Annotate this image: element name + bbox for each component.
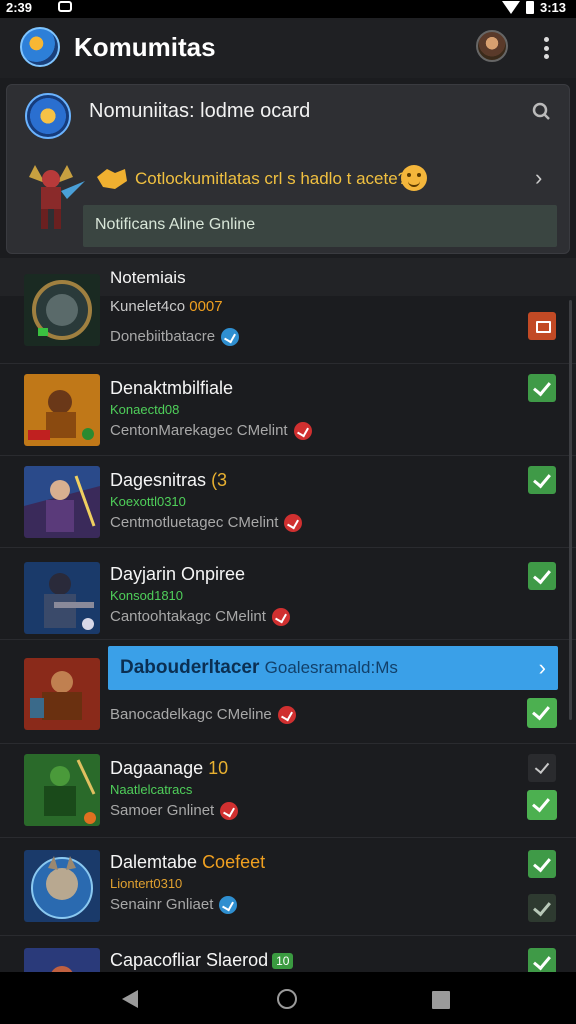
status-time: 2:39 xyxy=(6,0,33,15)
promo-text[interactable]: Cotlockumitlatas crl s hadlo t acete? xyxy=(135,169,407,189)
chevron-right-icon[interactable]: › xyxy=(535,165,542,191)
row-desc: CentonMarekagec CMelint xyxy=(110,422,312,441)
game-thumbnail xyxy=(24,374,100,446)
verified-badge-icon xyxy=(220,802,239,821)
game-thumbnail xyxy=(24,562,100,634)
status-right: 3:13 xyxy=(501,0,566,15)
game-thumbnail xyxy=(24,850,100,922)
community-logo-icon xyxy=(25,93,71,139)
banner-title: Dabouderltacer Goalesramald:Ms xyxy=(120,657,398,678)
game-thumbnail xyxy=(24,274,100,346)
community-card: Nomuniitas: lodme ocard Cotlockumitlatas… xyxy=(6,84,570,254)
row-desc: Banocadelkagc CMeline xyxy=(110,706,296,725)
verified-badge-icon xyxy=(293,422,312,441)
row-subtitle: Naatlelcatracs xyxy=(110,782,193,797)
row-desc: Donebiitbatacre xyxy=(110,328,240,347)
row-title: Denaktmbilfiale xyxy=(110,378,234,398)
row-title: Dagesnitras (3 xyxy=(110,470,228,490)
row-subtitle: Koexottl0310 xyxy=(110,494,186,509)
battery-icon xyxy=(525,1,534,14)
list-item[interactable]: Capacofliar Slaerod 10 xyxy=(0,936,576,972)
list-item[interactable]: Dayjarin Onpiree Konsod1810 Cantoohtakag… xyxy=(0,548,576,640)
notification-icon xyxy=(58,1,72,12)
row-desc: Centmotluetagec CMelint xyxy=(110,514,303,533)
game-thumbnail xyxy=(24,658,100,730)
game-thumbnail xyxy=(24,948,100,972)
app-title: Komumitas xyxy=(74,32,216,62)
verified-badge-icon xyxy=(219,896,238,915)
status-checkbox[interactable] xyxy=(528,948,556,972)
app-bar: Komumitas xyxy=(0,18,576,78)
card-title: Nomuniitas: lodme ocard xyxy=(89,100,311,122)
avatar[interactable] xyxy=(476,30,508,62)
scrollbar[interactable] xyxy=(569,300,572,720)
verified-badge-icon xyxy=(221,328,240,347)
status-checkbox[interactable] xyxy=(528,466,556,494)
community-list: Notemiais Kunelet4co 0007 Donebiitbatacr… xyxy=(0,258,576,972)
smile-emoji-icon xyxy=(401,165,427,191)
verified-badge-icon xyxy=(271,608,290,627)
row-desc: Samoer Gnlinet xyxy=(110,802,239,821)
list-item[interactable]: Denaktmbilfiale Konaectd08 CentonMarekag… xyxy=(0,364,576,456)
row-desc: Cantoohtakagc CMelint xyxy=(110,608,290,627)
notification-label: Notificans Aline Gnline xyxy=(95,216,256,233)
notification-bar[interactable]: Notificans Aline Gnline xyxy=(83,205,557,247)
row-title: Capacofliar Slaerod 10 xyxy=(110,950,294,971)
secondary-checkbox[interactable] xyxy=(528,894,556,922)
status-checkbox[interactable] xyxy=(528,850,556,878)
more-options-icon[interactable] xyxy=(536,34,556,62)
home-icon[interactable] xyxy=(277,989,297,1009)
verified-badge-icon xyxy=(284,514,303,533)
hero-character-icon xyxy=(29,165,85,229)
chevron-right-icon: › xyxy=(538,655,546,680)
highlight-banner[interactable]: Dabouderltacer Goalesramald:Ms › xyxy=(108,646,558,690)
list-item[interactable]: Kunelet4co 0007 Donebiitbatacre xyxy=(0,266,576,364)
row-title: Dayjarin Onpiree xyxy=(110,564,246,584)
app-logo-icon xyxy=(20,27,60,67)
system-nav-bar xyxy=(0,972,576,1024)
secondary-checkbox[interactable] xyxy=(528,754,556,782)
status-bar: 2:39 3:13 xyxy=(0,0,576,18)
wifi-icon xyxy=(501,1,520,14)
list-item[interactable]: Dalemtabe Coefeet Liontert0310 Senainr G… xyxy=(0,838,576,936)
back-icon[interactable] xyxy=(122,990,138,1008)
battery-text: 3:13 xyxy=(539,0,566,15)
row-title: Kunelet4co 0007 xyxy=(110,298,223,315)
status-checkbox[interactable] xyxy=(528,374,556,402)
row-subtitle: Liontert0310 xyxy=(110,876,183,891)
row-title: Dagaanage 10 xyxy=(110,758,229,778)
handshake-icon xyxy=(97,169,127,189)
recent-apps-icon[interactable] xyxy=(432,991,450,1009)
row-subtitle: Konaectd08 xyxy=(110,402,180,417)
search-icon[interactable] xyxy=(531,101,551,121)
status-checkbox[interactable] xyxy=(528,562,556,590)
status-checkbox[interactable] xyxy=(527,698,557,728)
list-item[interactable]: Dagaanage 10 Naatlelcatracs Samoer Gnlin… xyxy=(0,744,576,838)
game-thumbnail xyxy=(24,754,100,826)
game-thumbnail xyxy=(24,466,100,538)
verified-badge-icon xyxy=(277,706,296,725)
row-subtitle: Konsod1810 xyxy=(110,588,184,603)
status-checkbox[interactable] xyxy=(527,790,557,820)
row-title: Dalemtabe Coefeet xyxy=(110,852,266,872)
list-item[interactable]: Dagesnitras (3 Koexottl0310 Centmotlueta… xyxy=(0,456,576,548)
row-desc: Senainr Gnliaet xyxy=(110,896,238,915)
status-checkbox[interactable] xyxy=(528,312,556,340)
